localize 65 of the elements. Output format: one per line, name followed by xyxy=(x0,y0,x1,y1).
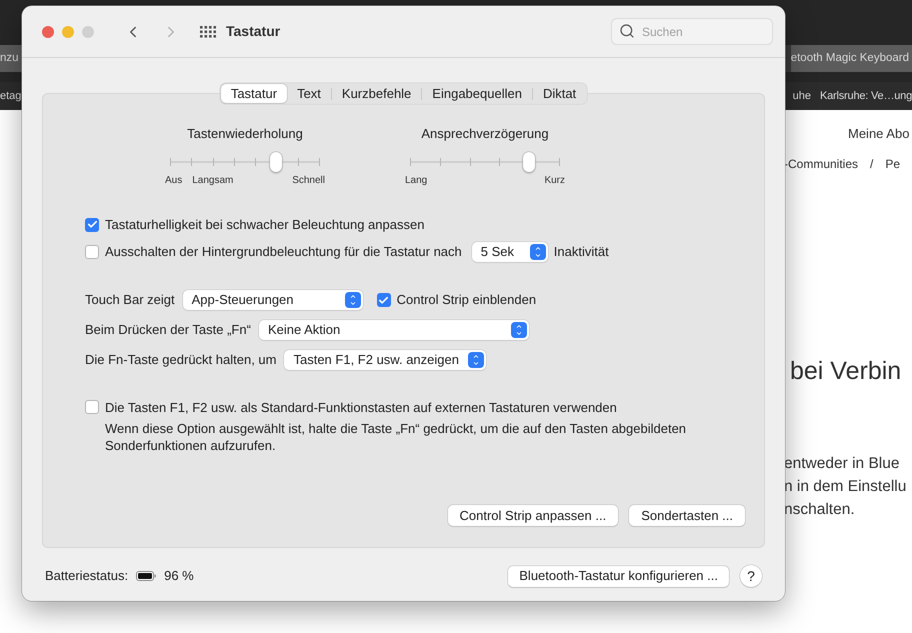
checkbox[interactable] xyxy=(376,293,391,307)
battery-icon xyxy=(136,571,156,581)
configure-button[interactable]: Bluetooth-Tastatur konfigurieren ... xyxy=(508,566,729,586)
battery-label: Batteriestatus: xyxy=(45,567,128,586)
browser-tab[interactable]: nzu xyxy=(0,45,22,72)
checkbox[interactable] xyxy=(85,400,99,414)
slider-label: Aus xyxy=(165,174,182,188)
battery-value: 96 % xyxy=(164,567,194,586)
panel-button[interactable]: Control Strip anpassen ... xyxy=(448,505,618,526)
stepper-icon xyxy=(344,292,361,308)
bookmark[interactable]: etag xyxy=(0,88,22,104)
tab[interactable]: Kurzbefehle xyxy=(332,84,422,103)
breadcrumb-item[interactable]: / xyxy=(870,154,874,172)
nav-link[interactable]: Meine Abo xyxy=(848,124,912,144)
slider-label: Lang xyxy=(405,174,428,188)
option-label: Die Fn-Taste gedrückt halten, um xyxy=(85,351,276,370)
option-label: Beim Drücken der Taste „Fn“ xyxy=(85,321,251,340)
stepper-icon xyxy=(468,352,484,368)
grid-icon[interactable] xyxy=(200,26,216,38)
option-label: Touch Bar zeigt xyxy=(85,291,175,310)
popup-button[interactable]: 5 Sek xyxy=(472,242,548,262)
zoom-button[interactable] xyxy=(82,26,94,38)
article-text: entweder in Blue xyxy=(784,454,900,474)
popup-button[interactable]: Tasten F1, F2 usw. anzeigen xyxy=(284,350,486,370)
stepper-icon xyxy=(510,322,527,338)
article-text: nschalten. xyxy=(784,500,856,520)
checkbox-label: Ausschalten der Hintergrundbeleuchtung für die Tastatur nach xyxy=(105,242,462,261)
checkbox-label: Die Tasten F1, F2 usw. als Standard-Funktionstasten auf externen Tastaturen verwenden xyxy=(105,398,617,416)
slider-label: Langsam xyxy=(192,174,234,188)
close-button[interactable] xyxy=(42,26,54,38)
check-icon xyxy=(86,219,98,230)
check-icon xyxy=(378,294,390,306)
stepper-icon xyxy=(530,244,546,260)
checkbox[interactable] xyxy=(85,244,99,258)
browser-tab[interactable]: etooth Magic Keyboard xyxy=(790,45,912,72)
tab[interactable]: Eingabequellen xyxy=(422,84,532,103)
slider-label: Kurz xyxy=(544,174,565,188)
slider-title: Tastenwiederholung xyxy=(187,125,303,143)
bookmark[interactable]: uhe xyxy=(792,88,811,104)
checkbox-label-suffix: Inaktivität xyxy=(554,242,609,261)
bookmark[interactable]: Karlsruhe: Ve…ung xyxy=(820,88,912,104)
minimize-button[interactable] xyxy=(62,26,74,38)
help-button[interactable]: ? xyxy=(740,565,762,587)
panel-button[interactable]: Sondertasten ... xyxy=(629,505,745,526)
slider-title: Ansprechverzögerung xyxy=(421,125,549,143)
breadcrumb-item[interactable]: -Communities xyxy=(784,154,858,172)
slider-label: Schnell xyxy=(292,174,325,188)
search-field[interactable]: Suchen xyxy=(611,18,773,45)
window-title: Tastatur xyxy=(226,22,280,41)
tab[interactable]: Diktat xyxy=(532,84,586,103)
checkbox-label: Tastaturhelligkeit bei schwacher Beleuchtung anpassen xyxy=(105,216,424,234)
slider-track[interactable] xyxy=(410,152,560,172)
tab[interactable]: Tastatur xyxy=(220,84,288,103)
popup-button[interactable]: App-Steuerungen xyxy=(182,290,363,310)
slider-thumb[interactable] xyxy=(523,152,536,172)
search-icon xyxy=(619,23,635,39)
option-description: Wenn diese Option ausgewählt ist, halte die Taste „Fn“ gedrückt, um die auf den Tasten abgebildeten Sonderfunktionen aufzurufen. xyxy=(105,420,688,454)
slider-thumb[interactable] xyxy=(270,152,282,172)
slider-track[interactable] xyxy=(170,152,320,172)
checkbox-label: Control Strip einblenden xyxy=(396,291,536,310)
breadcrumb-item[interactable]: Pe xyxy=(885,154,900,172)
article-heading: bei Verbin xyxy=(790,356,902,386)
tab[interactable]: Text xyxy=(287,84,331,103)
popup-button[interactable]: Keine Aktion xyxy=(258,320,529,340)
checkbox[interactable] xyxy=(85,218,99,232)
